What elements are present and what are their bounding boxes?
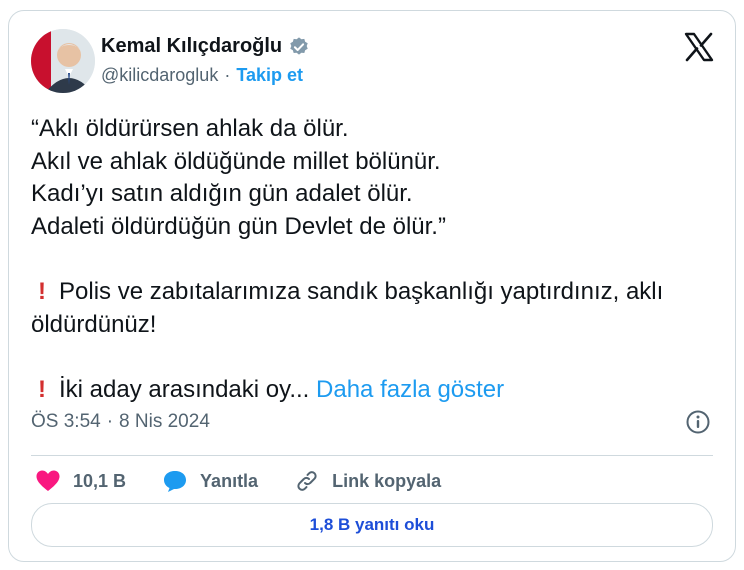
reply-button[interactable]: Yanıtla	[162, 469, 258, 493]
author-handle[interactable]: @kilicdarogluk	[101, 65, 218, 86]
like-count: 10,1 B	[73, 470, 127, 491]
heart-icon	[35, 469, 61, 493]
tweet-line: Akıl ve ahlak öldüğünde millet bölünür.	[31, 147, 441, 175]
tweet-paragraph: ! Polis ve zabıtalarımıza sandık başkanlı…	[31, 276, 721, 341]
show-more-link[interactable]: Daha fazla göster	[316, 376, 504, 403]
handle-row: @kilicdarogluk · Takip et	[101, 65, 303, 86]
copy-link-button[interactable]: Link kopyala	[294, 469, 441, 493]
x-logo-icon[interactable]	[683, 31, 715, 63]
tweet-card: Kemal Kılıçdaroğlu @kilicdarogluk · Taki…	[8, 10, 736, 562]
follow-button[interactable]: Takip et	[236, 65, 303, 86]
avatar[interactable]	[31, 29, 95, 93]
tweet-date: 8 Nis 2024	[119, 411, 210, 432]
tweet-line: Adaleti öldürdüğün gün Devlet de ölür.”	[31, 212, 446, 240]
reply-label: Yanıtla	[200, 470, 259, 491]
tweet-bullet-1: Polis ve zabıtalarımıza sandık başkanlığ…	[31, 278, 664, 338]
timestamp[interactable]: ÖS 3:54 · 8 Nis 2024	[31, 411, 210, 433]
author-name[interactable]: Kemal Kılıçdaroğlu	[101, 35, 282, 58]
divider	[31, 455, 713, 456]
verified-badge-icon	[288, 36, 310, 58]
info-icon[interactable]	[685, 409, 711, 435]
tweet-paragraph: ! İki aday arasındaki oy... Daha fazla gö…	[31, 374, 721, 407]
author-row: Kemal Kılıçdaroğlu	[101, 35, 310, 58]
handle-separator: ·	[224, 65, 231, 85]
reply-icon	[162, 469, 188, 493]
link-icon	[294, 469, 320, 493]
read-replies-button[interactable]: 1,8 B yanıtı oku	[31, 503, 713, 547]
tweet-line: “Aklı öldürürsen ahlak da ölür.	[31, 115, 349, 142]
exclamation-icon: !	[38, 376, 46, 403]
copy-link-label: Link kopyala	[332, 470, 442, 491]
timestamp-separator: ·	[106, 411, 114, 432]
tweet-text: “Aklı öldürürsen ahlak da ölür. Akıl ve …	[31, 113, 721, 407]
action-bar: 10,1 B Yanıtla Link kopyala	[35, 469, 441, 493]
exclamation-icon: !	[38, 278, 46, 305]
tweet-time: ÖS 3:54	[31, 411, 101, 432]
like-button[interactable]: 10,1 B	[35, 469, 126, 493]
read-replies-label: 1,8 B yanıtı oku	[309, 515, 435, 534]
tweet-bullet-2: İki aday arasındaki oy...	[59, 376, 310, 403]
tweet-line: Kadı’yı satın aldığın gün adalet ölür.	[31, 180, 413, 207]
